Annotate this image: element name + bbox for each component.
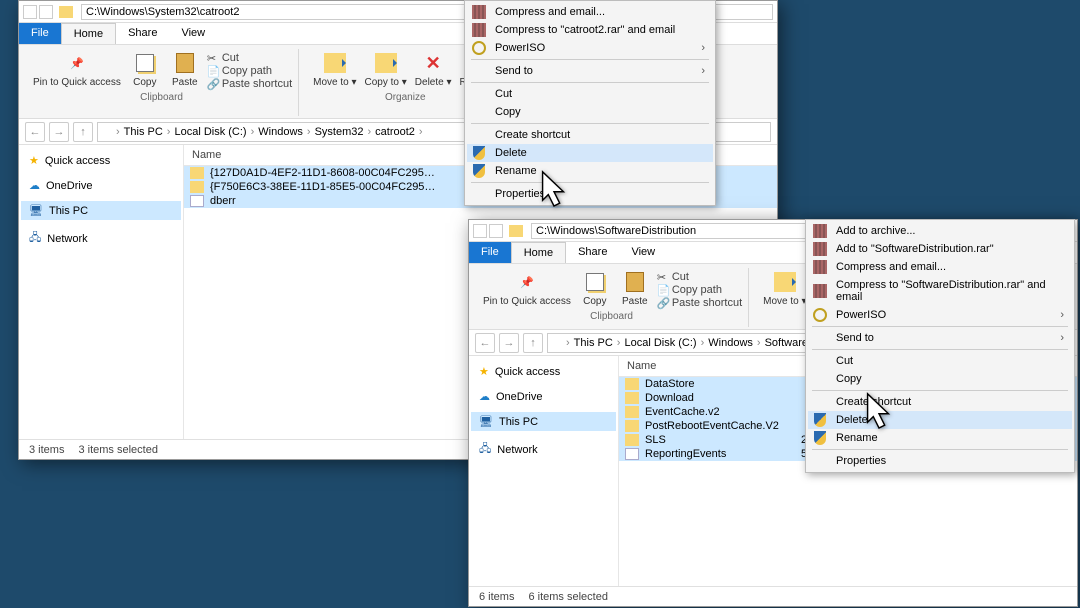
file-icon xyxy=(190,195,204,207)
folder-icon xyxy=(625,434,639,446)
folder-icon xyxy=(102,127,114,137)
back-button[interactable]: ← xyxy=(475,333,495,353)
tab-view[interactable]: View xyxy=(619,242,667,263)
ctx-properties[interactable]: Properties xyxy=(467,185,713,203)
col-name[interactable]: Name xyxy=(619,356,807,376)
status-selected: 3 items selected xyxy=(78,444,157,456)
tab-file[interactable]: File xyxy=(469,242,511,263)
ctx-properties[interactable]: Properties xyxy=(808,452,1072,470)
up-button[interactable]: ↑ xyxy=(73,122,93,142)
chevron-right-icon: › xyxy=(1060,332,1064,344)
folder-icon xyxy=(625,420,639,432)
chevron-right-icon: › xyxy=(1060,309,1064,321)
status-bar: 6 items 6 items selected xyxy=(469,586,1077,606)
pin-button[interactable]: 📌Pin to Quick access xyxy=(31,49,123,90)
ctx-delete[interactable]: Delete xyxy=(808,411,1072,429)
titlebar-btn[interactable] xyxy=(23,5,37,19)
titlebar-btn[interactable] xyxy=(473,224,487,238)
nav-quick-access[interactable]: ★Quick access xyxy=(21,151,181,170)
paste-shortcut-button[interactable]: 🔗Paste shortcut xyxy=(207,78,292,90)
ctx-compress-email[interactable]: Compress and email... xyxy=(467,3,713,21)
forward-button[interactable]: → xyxy=(49,122,69,142)
ctx-copy[interactable]: Copy xyxy=(808,370,1072,388)
shield-icon xyxy=(473,146,485,160)
ribbon-group-label: Organize xyxy=(385,92,426,103)
status-count: 6 items xyxy=(479,591,514,603)
status-count: 3 items xyxy=(29,444,64,456)
ctx-add-named[interactable]: Add to "SoftwareDistribution.rar" xyxy=(808,240,1072,258)
nav-onedrive[interactable]: ☁OneDrive xyxy=(21,176,181,195)
copy-path-button[interactable]: 📄Copy path xyxy=(657,284,742,296)
ctx-cut[interactable]: Cut xyxy=(808,352,1072,370)
ctx-send-to[interactable]: Send to› xyxy=(467,62,713,80)
ctx-add-archive[interactable]: Add to archive... xyxy=(808,222,1072,240)
tab-share[interactable]: Share xyxy=(566,242,619,263)
folder-icon xyxy=(625,378,639,390)
cut-button[interactable]: ✂Cut xyxy=(207,52,292,64)
ctx-create-shortcut[interactable]: Create shortcut xyxy=(467,126,713,144)
nav-network[interactable]: 🖧Network xyxy=(471,437,616,462)
status-selected: 6 items selected xyxy=(528,591,607,603)
tab-file[interactable]: File xyxy=(19,23,61,44)
shield-icon xyxy=(814,413,826,427)
context-menu: Add to archive... Add to "SoftwareDistri… xyxy=(805,219,1075,473)
paste-shortcut-button[interactable]: 🔗Paste shortcut xyxy=(657,297,742,309)
nav-quick-access[interactable]: ★Quick access xyxy=(471,362,616,381)
tab-view[interactable]: View xyxy=(169,23,217,44)
chevron-right-icon: › xyxy=(701,42,705,54)
ctx-rename[interactable]: Rename xyxy=(808,429,1072,447)
nav-this-pc[interactable]: 🖥This PC xyxy=(21,201,181,220)
paste-button[interactable]: Paste xyxy=(167,49,203,90)
shield-icon xyxy=(473,164,485,178)
folder-icon xyxy=(509,225,523,237)
nav-network[interactable]: 🖧Network xyxy=(21,226,181,251)
folder-icon xyxy=(625,392,639,404)
forward-button[interactable]: → xyxy=(499,333,519,353)
folder-icon xyxy=(552,338,564,348)
delete-button[interactable]: ✕Delete ▾ xyxy=(413,49,454,90)
tab-home[interactable]: Home xyxy=(511,242,566,263)
copy-path-button[interactable]: 📄Copy path xyxy=(207,65,292,77)
ctx-cut[interactable]: Cut xyxy=(467,85,713,103)
ctx-compress-named[interactable]: Compress to "catroot2.rar" and email xyxy=(467,21,713,39)
ctx-poweriso[interactable]: PowerISO› xyxy=(467,39,713,57)
file-icon xyxy=(625,448,639,460)
nav-onedrive[interactable]: ☁OneDrive xyxy=(471,387,616,406)
move-to-button[interactable]: Move to ▾ xyxy=(311,49,358,90)
ctx-copy[interactable]: Copy xyxy=(467,103,713,121)
copy-to-button[interactable]: Copy to ▾ xyxy=(363,49,409,90)
ctx-delete[interactable]: Delete xyxy=(467,144,713,162)
chevron-right-icon: › xyxy=(701,65,705,77)
ribbon-group-label: Clipboard xyxy=(140,92,183,103)
copy-button[interactable]: Copy xyxy=(577,268,613,309)
ctx-rename[interactable]: Rename xyxy=(467,162,713,180)
nav-pane: ★Quick access ☁OneDrive 🖥This PC 🖧Networ… xyxy=(19,145,184,439)
ctx-send-to[interactable]: Send to› xyxy=(808,329,1072,347)
ctx-create-shortcut[interactable]: Create shortcut xyxy=(808,393,1072,411)
nav-this-pc[interactable]: 🖥This PC xyxy=(471,412,616,431)
titlebar-btn[interactable] xyxy=(39,5,53,19)
up-button[interactable]: ↑ xyxy=(523,333,543,353)
ctx-compress-named[interactable]: Compress to "SoftwareDistribution.rar" a… xyxy=(808,276,1072,306)
nav-pane: ★Quick access ☁OneDrive 🖥This PC 🖧Networ… xyxy=(469,356,619,586)
folder-icon xyxy=(190,181,204,193)
folder-icon xyxy=(59,6,73,18)
cut-button[interactable]: ✂Cut xyxy=(657,271,742,283)
ctx-compress-email[interactable]: Compress and email... xyxy=(808,258,1072,276)
folder-icon xyxy=(625,406,639,418)
ribbon-group-label: Clipboard xyxy=(590,311,633,322)
ctx-poweriso[interactable]: PowerISO› xyxy=(808,306,1072,324)
back-button[interactable]: ← xyxy=(25,122,45,142)
copy-button[interactable]: Copy xyxy=(127,49,163,90)
tab-share[interactable]: Share xyxy=(116,23,169,44)
tab-home[interactable]: Home xyxy=(61,23,116,44)
folder-icon xyxy=(190,167,204,179)
move-to-button[interactable]: Move to ▾ xyxy=(761,268,808,309)
shield-icon xyxy=(814,431,826,445)
paste-button[interactable]: Paste xyxy=(617,268,653,309)
titlebar-btn[interactable] xyxy=(489,224,503,238)
context-menu: Compress and email... Compress to "catro… xyxy=(464,0,716,206)
pin-button[interactable]: 📌Pin to Quick access xyxy=(481,268,573,309)
